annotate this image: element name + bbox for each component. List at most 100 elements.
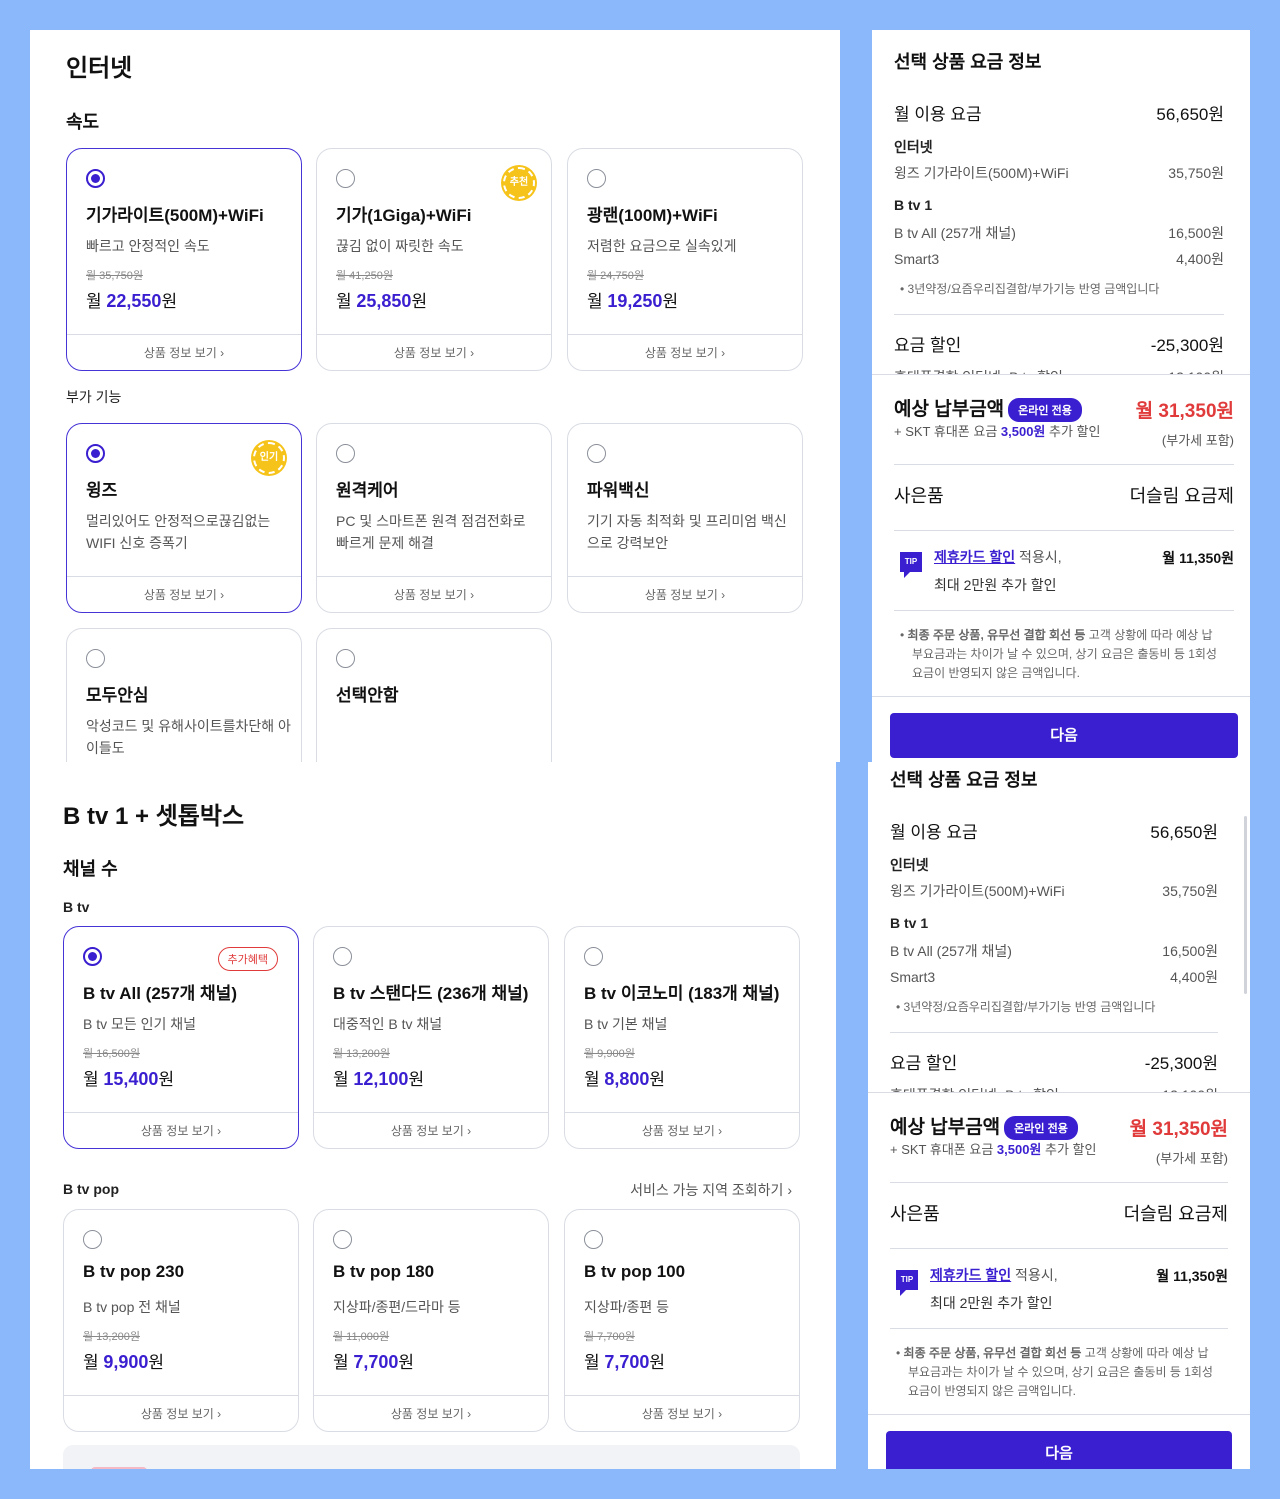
card-title: 모두안심 xyxy=(86,686,149,705)
product-info-link[interactable]: 상품 정보 보기 › xyxy=(317,334,551,370)
divider xyxy=(872,374,1250,375)
card-desc: 지상파/종편/드라마 등 xyxy=(333,1299,461,1315)
btv-item-label: B tv All (257개 채널) xyxy=(890,943,1012,959)
card-title: B tv pop 100 xyxy=(584,1262,686,1281)
summary-title: 선택 상품 요금 정보 xyxy=(894,52,1042,72)
speed-card-giga[interactable]: 추천 기가(1Giga)+WiFi 끊김 없이 짜릿한 속도 월 41,250원… xyxy=(316,148,552,371)
discount-row: 요금 할인 -25,300원 xyxy=(890,1049,1218,1074)
discount-value: -25,300원 xyxy=(1150,336,1224,355)
expected-payment-label: 예상 납부금액 온라인 전용 xyxy=(894,394,1082,422)
discount-price: 월 19,250원 xyxy=(587,291,679,311)
internet-item-label: 윙즈 기가라이트(500M)+WiFi xyxy=(890,883,1065,899)
smart3-value: 4,400원 xyxy=(1176,251,1224,267)
radio-button[interactable] xyxy=(86,169,105,188)
btv-pop-card-230[interactable]: B tv pop 230 B tv pop 전 채널 월 13,200원 월 9… xyxy=(63,1209,299,1432)
smart3-row: Smart3 4,400원 xyxy=(890,967,1218,987)
radio-button[interactable] xyxy=(86,649,105,668)
product-info-link[interactable]: 상품 정보 보기 › xyxy=(317,576,551,612)
service-area-link[interactable]: 서비스 가능 지역 조회하기 › xyxy=(630,1180,792,1200)
radio-button[interactable] xyxy=(336,169,355,188)
scrollbar[interactable] xyxy=(1244,816,1247,994)
btv-card-standard[interactable]: B tv 스탠다드 (236개 채널) 대중적인 B tv 채널 월 13,20… xyxy=(313,926,549,1149)
gift-value[interactable]: 더슬림 요금제 xyxy=(1130,482,1234,508)
internet-panel: 인터넷 속도 기가라이트(500M)+WiFi 빠르고 안정적인 속도 월 35… xyxy=(30,30,840,762)
discount-value: -25,300원 xyxy=(1144,1054,1218,1073)
product-info-link[interactable]: 상품 정보 보기 › xyxy=(568,334,802,370)
radio-button[interactable] xyxy=(587,444,606,463)
addon-card-wings[interactable]: 인기 윙즈 멀리있어도 안정적으로끊김없는 WIFI 신호 증폭기 상품 정보 … xyxy=(66,423,302,613)
tip-max-discount: 최대 2만원 추가 할인 xyxy=(930,1295,1053,1311)
discount-price: 월 25,850원 xyxy=(336,291,428,311)
product-info-link[interactable]: 상품 정보 보기 › xyxy=(67,334,301,370)
btv-pop-card-180[interactable]: B tv pop 180 지상파/종편/드라마 등 월 11,000원 월 7,… xyxy=(313,1209,549,1432)
addon-card-safe[interactable]: 모두안심 악성코드 및 유해사이트를차단해 아이들도 xyxy=(66,628,302,762)
internet-section-label: 인터넷 xyxy=(894,139,933,155)
next-button[interactable]: 다음 xyxy=(890,713,1238,758)
btv-card-economy[interactable]: B tv 이코노미 (183개 채널) B tv 기본 채널 월 9,900원 … xyxy=(564,926,800,1149)
addon-card-none[interactable]: 선택안함 xyxy=(316,628,552,762)
radio-button[interactable] xyxy=(83,1230,102,1249)
radio-button[interactable] xyxy=(336,649,355,668)
card-desc: PC 및 스마트폰 원격 점검전화로 빠르게 문제 해결 xyxy=(336,513,526,551)
card-title: B tv pop 230 xyxy=(83,1262,185,1281)
tip-max-discount: 최대 2만원 추가 할인 xyxy=(934,577,1057,593)
divider xyxy=(894,610,1234,611)
radio-button[interactable] xyxy=(336,444,355,463)
product-info-link[interactable]: 상품 정보 보기 › xyxy=(64,1395,298,1431)
tip-icon: TIP xyxy=(896,1270,918,1296)
summary-panel-bottom: 선택 상품 요금 정보 월 이용 요금 56,650원 인터넷 윙즈 기가라이트… xyxy=(868,762,1250,1469)
original-price: 월 16,500원 xyxy=(83,1048,140,1060)
skt-discount-text: + SKT 휴대폰 요금 3,500원 추가 할인 xyxy=(890,1142,1097,1157)
product-info-link[interactable]: 상품 정보 보기 › xyxy=(565,1395,799,1431)
online-only-badge: 온라인 전용 xyxy=(1008,397,1082,422)
original-price: 월 41,250원 xyxy=(336,270,393,282)
internet-item-value: 35,750원 xyxy=(1162,883,1218,899)
product-info-link[interactable]: 상품 정보 보기 › xyxy=(314,1395,548,1431)
divider xyxy=(890,1182,1228,1183)
radio-button[interactable] xyxy=(584,1230,603,1249)
speed-card-lan[interactable]: 광랜(100M)+WiFi 저렴한 요금으로 실속있게 월 24,750원 월 … xyxy=(567,148,803,371)
discount-price: 월 9,900원 xyxy=(83,1352,165,1372)
original-price: 월 11,000원 xyxy=(333,1331,390,1343)
radio-button[interactable] xyxy=(584,947,603,966)
addon-card-remote-care[interactable]: 원격케어 PC 및 스마트폰 원격 점검전화로 빠르게 문제 해결 상품 정보 … xyxy=(316,423,552,613)
product-info-link[interactable]: 상품 정보 보기 › xyxy=(568,576,802,612)
discount-price: 월 7,700원 xyxy=(584,1352,666,1372)
discount-price: 월 22,550원 xyxy=(86,291,178,311)
gift-value[interactable]: 더슬림 요금제 xyxy=(1124,1200,1228,1226)
radio-button[interactable] xyxy=(83,947,102,966)
radio-button[interactable] xyxy=(333,1230,352,1249)
product-info-link[interactable]: 상품 정보 보기 › xyxy=(565,1112,799,1148)
original-price: 월 24,750원 xyxy=(587,270,644,282)
product-info-link[interactable]: 상품 정보 보기 › xyxy=(64,1112,298,1148)
radio-button[interactable] xyxy=(86,444,105,463)
next-button[interactable]: 다음 xyxy=(886,1431,1232,1469)
radio-button[interactable] xyxy=(587,169,606,188)
addon-card-power-vaccine[interactable]: 파워백신 기기 자동 최적화 및 프리미엄 백신으로 강력보안 상품 정보 보기… xyxy=(567,423,803,613)
monthly-fee-row: 월 이용 요금 56,650원 xyxy=(894,100,1224,125)
promo-tag xyxy=(91,1467,147,1469)
partner-card-link[interactable]: 제휴카드 할인 xyxy=(930,1267,1011,1283)
card-title: 파워백신 xyxy=(587,481,650,500)
radio-button[interactable] xyxy=(333,947,352,966)
gift-row: 사은품 더슬림 요금제 xyxy=(894,482,1234,508)
summary-title: 선택 상품 요금 정보 xyxy=(890,770,1038,790)
product-info-link[interactable]: 상품 정보 보기 › xyxy=(67,576,301,612)
partner-card-link[interactable]: 제휴카드 할인 xyxy=(934,549,1015,565)
contract-note: • 3년약정/요즘우리집결합/부가기능 반영 금액입니다 xyxy=(900,282,1160,296)
original-price: 월 35,750원 xyxy=(86,270,143,282)
final-note: • 최종 주문 상품, 유무선 결합 회선 등 고객 상황에 따라 예상 납부요… xyxy=(896,1346,1213,1398)
btv-card-all[interactable]: 추가혜택 B tv All (257개 채널) B tv 모든 인기 채널 월 … xyxy=(63,926,299,1149)
gift-label: 사은품 xyxy=(890,1204,940,1224)
divider xyxy=(894,314,1224,315)
btv-pop-card-100[interactable]: B tv pop 100 지상파/종편 등 월 7,700원 월 7,700원 … xyxy=(564,1209,800,1432)
vat-note: (부가세 포함) xyxy=(1161,433,1234,448)
addon-section-title: 부가 기능 xyxy=(66,389,122,405)
divider xyxy=(868,1092,1250,1093)
speed-card-gigalite[interactable]: 기가라이트(500M)+WiFi 빠르고 안정적인 속도 월 35,750원 월… xyxy=(66,148,302,371)
discount-price: 월 7,700원 xyxy=(333,1352,415,1372)
product-info-link[interactable]: 상품 정보 보기 › xyxy=(314,1112,548,1148)
promo-banner[interactable] xyxy=(63,1445,800,1469)
extra-benefit-badge: 추가혜택 xyxy=(217,947,278,971)
online-only-badge: 온라인 전용 xyxy=(1004,1115,1078,1140)
